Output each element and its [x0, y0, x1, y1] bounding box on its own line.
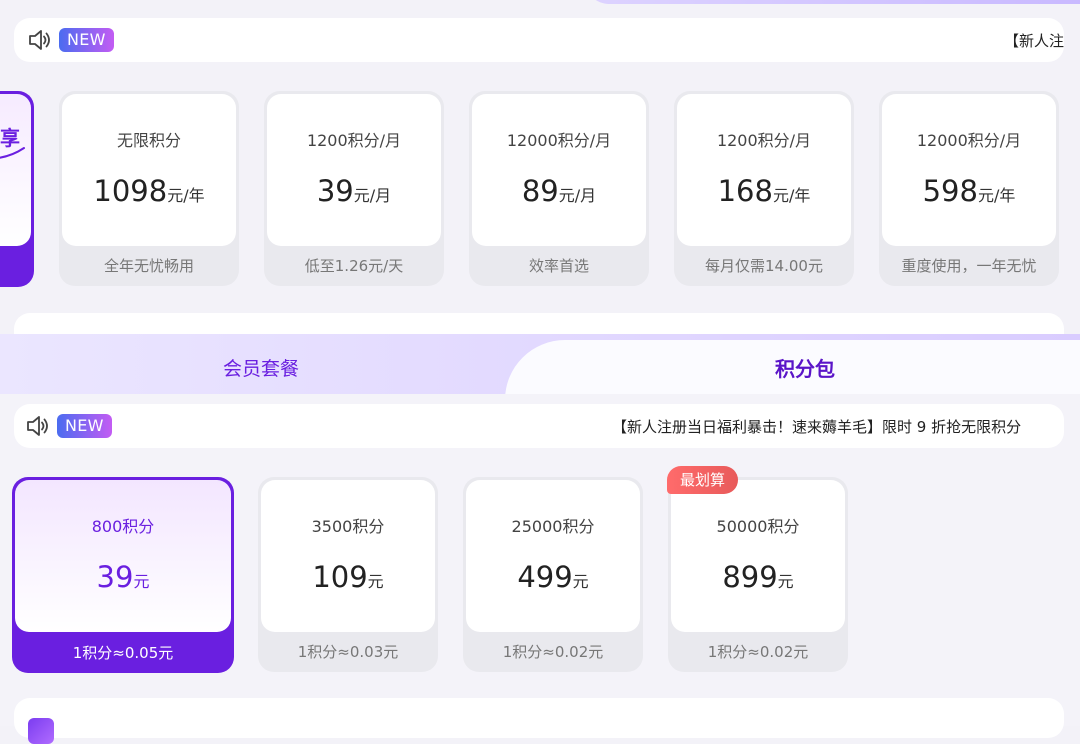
new-badge: NEW — [59, 28, 114, 52]
pack-footnote: 1积分≈0.02元 — [502, 643, 604, 661]
plan-card[interactable]: 12000积分/月 598元/年 重度使用，一年无忧 — [879, 91, 1059, 286]
plan-card-body: 1200积分/月 39元/月 — [267, 94, 441, 246]
plan-card-body: 1200积分/月 168元/年 — [677, 94, 851, 246]
plan-card[interactable]: 12000积分/月 89元/月 效率首选 — [469, 91, 649, 286]
partial-card-swoosh — [0, 147, 25, 159]
plan-card-body: 12000积分/月 598元/年 — [882, 94, 1056, 246]
pack-price: 499元 — [517, 560, 589, 594]
points-pack-card[interactable]: 50000积分 899元 1积分≈0.02元 — [668, 477, 848, 672]
partial-card-inner: 享 — [0, 94, 31, 246]
plan-price: 39元/月 — [316, 174, 392, 208]
pack-price: 39元 — [96, 560, 150, 594]
points-pack-card-selected[interactable]: 800积分 39元 1积分≈0.05元 — [12, 477, 234, 673]
plan-price: 598元/年 — [922, 174, 1016, 208]
pack-card-body: 50000积分 899元 — [671, 480, 845, 632]
top-header-curve — [585, 0, 1080, 4]
pack-title: 3500积分 — [311, 517, 385, 536]
plan-card-body: 无限积分 1098元/年 — [62, 94, 236, 246]
points-pack-card[interactable]: 3500积分 109元 1积分≈0.03元 — [258, 477, 438, 672]
plan-title: 12000积分/月 — [916, 131, 1022, 150]
plan-card-body: 12000积分/月 89元/月 — [472, 94, 646, 246]
notice-text-bottom[interactable]: 【新人注册当日福利暴击！速来薅羊毛】限时 9 折抢无限积分 — [612, 416, 1064, 437]
notice-bar-top — [14, 18, 1064, 62]
pack-footnote: 1积分≈0.03元 — [297, 643, 399, 661]
pack-price: 109元 — [312, 560, 384, 594]
speaker-icon — [29, 30, 50, 50]
pack-card-body: 800积分 39元 — [15, 480, 231, 632]
plan-card[interactable]: 无限积分 1098元/年 全年无忧畅用 — [59, 91, 239, 286]
partial-row-bottom — [14, 698, 1064, 738]
best-value-tag: 最划算 — [667, 466, 739, 494]
plan-footnote: 重度使用，一年无忧 — [901, 257, 1037, 275]
plan-price: 89元/月 — [521, 174, 597, 208]
plan-title: 无限积分 — [116, 131, 181, 150]
plan-title: 1200积分/月 — [716, 131, 812, 150]
plan-footnote: 每月仅需14.00元 — [705, 257, 823, 275]
pack-title: 50000积分 — [716, 517, 800, 536]
app-icon — [28, 718, 54, 744]
tab-points-pack[interactable]: 积分包 — [775, 353, 835, 382]
pack-card-body: 3500积分 109元 — [261, 480, 435, 632]
plan-title: 12000积分/月 — [506, 131, 612, 150]
partial-card-selected[interactable]: 享 — [0, 91, 34, 287]
new-badge: NEW — [57, 414, 112, 438]
plan-card[interactable]: 1200积分/月 39元/月 低至1.26元/天 — [264, 91, 444, 286]
tab-membership[interactable]: 会员套餐 — [223, 354, 299, 381]
notice-text-top[interactable]: 【新人注 — [1004, 30, 1064, 51]
plan-footnote: 低至1.26元/天 — [304, 257, 404, 275]
plan-price: 1098元/年 — [93, 174, 205, 208]
pack-footnote: 1积分≈0.02元 — [707, 643, 809, 661]
points-pack-card[interactable]: 25000积分 499元 1积分≈0.02元 — [463, 477, 643, 672]
speaker-icon — [27, 416, 48, 436]
plan-card[interactable]: 1200积分/月 168元/年 每月仅需14.00元 — [674, 91, 854, 286]
pack-footnote: 1积分≈0.05元 — [72, 644, 174, 662]
pack-price: 899元 — [722, 560, 794, 594]
pack-title: 800积分 — [91, 517, 155, 536]
pack-card-body: 25000积分 499元 — [466, 480, 640, 632]
plan-title: 1200积分/月 — [306, 131, 402, 150]
plan-footnote: 全年无忧畅用 — [103, 257, 194, 275]
plan-price: 168元/年 — [717, 174, 811, 208]
plan-footnote: 效率首选 — [528, 257, 589, 275]
pack-title: 25000积分 — [511, 517, 595, 536]
